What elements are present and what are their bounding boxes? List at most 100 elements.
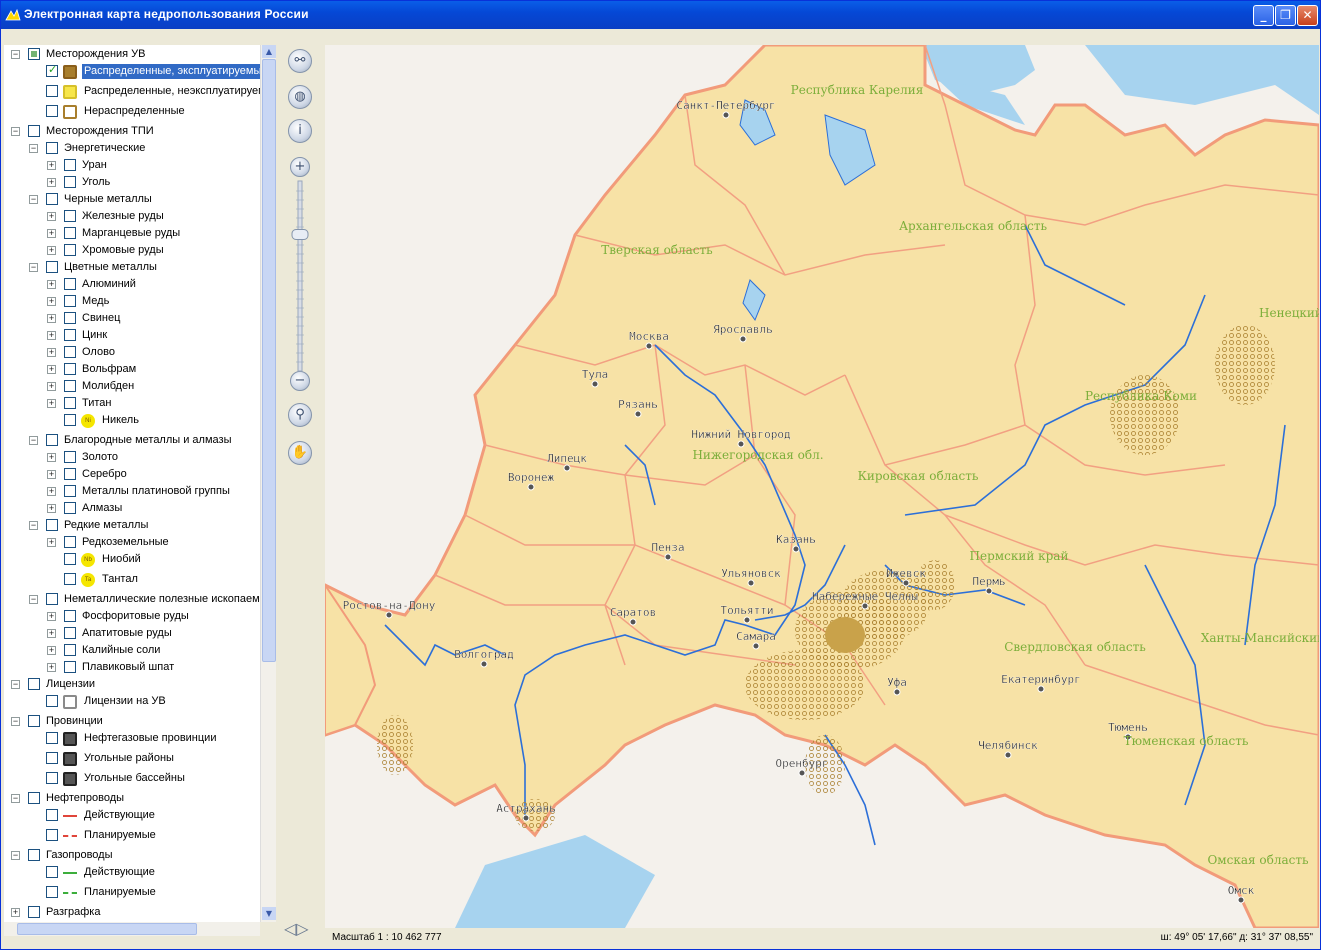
expander-icon[interactable]: + (47, 487, 56, 496)
tree-node[interactable]: + Алмазы (4, 500, 260, 517)
city-dot[interactable] (1004, 751, 1012, 759)
layer-checkbox[interactable] (64, 227, 76, 239)
tree-node[interactable]: + Редкоземельные (4, 534, 260, 551)
city-dot[interactable] (385, 611, 393, 619)
city-dot[interactable] (798, 769, 806, 777)
tree-node[interactable]: − Газопроводы (4, 847, 260, 864)
layer-checkbox[interactable] (46, 85, 58, 97)
layer-checkbox[interactable] (64, 363, 76, 375)
expander-icon[interactable]: + (47, 646, 56, 655)
scroll-down-icon[interactable]: ▼ (262, 907, 276, 920)
expander-icon[interactable]: − (11, 50, 20, 59)
tree-node[interactable]: + Апатитовые руды (4, 625, 260, 642)
expander-icon[interactable]: + (47, 212, 56, 221)
tree-hscroll-thumb[interactable] (17, 923, 197, 935)
layer-checkbox[interactable] (46, 866, 58, 878)
layer-checkbox[interactable] (46, 105, 58, 117)
tree-node[interactable]: − Цветные металлы (4, 259, 260, 276)
tree-node[interactable]: − Месторождения ТПИ (4, 123, 260, 140)
layer-checkbox[interactable] (46, 752, 58, 764)
tree-node[interactable]: + Марганцевые руды (4, 225, 260, 242)
expander-icon[interactable]: + (47, 348, 56, 357)
expander-icon[interactable]: + (47, 246, 56, 255)
tree-scroll-thumb[interactable] (262, 59, 276, 662)
layer-checkbox[interactable] (28, 792, 40, 804)
layer-checkbox[interactable] (64, 329, 76, 341)
expander-icon[interactable]: − (11, 717, 20, 726)
tree-node[interactable]: Нераспределенные (4, 103, 260, 120)
tree-node[interactable]: Лицензии на УВ (4, 693, 260, 710)
tree-node[interactable]: + Разграфка (4, 904, 260, 921)
pan-hand-icon[interactable]: ✋ (288, 441, 312, 465)
tree-node[interactable]: − Редкие металлы (4, 517, 260, 534)
layer-checkbox[interactable] (46, 695, 58, 707)
layer-checkbox[interactable] (64, 502, 76, 514)
layer-checkbox[interactable] (64, 536, 76, 548)
city-dot[interactable] (664, 553, 672, 561)
tree-node[interactable]: Nb Ниобий (4, 551, 260, 568)
layer-checkbox[interactable] (64, 573, 76, 585)
layer-checkbox[interactable] (46, 519, 58, 531)
expander-icon[interactable]: − (11, 851, 20, 860)
expander-icon[interactable]: − (29, 195, 38, 204)
layer-tree[interactable]: − Месторождения УВ Распределенные, эксплуа… (4, 45, 260, 922)
city-dot[interactable] (563, 464, 571, 472)
tree-node[interactable]: Планируемые (4, 827, 260, 844)
layer-checkbox[interactable] (28, 48, 40, 60)
tree-node[interactable]: Действующие (4, 807, 260, 824)
tree-node[interactable]: + Молибден (4, 378, 260, 395)
expander-icon[interactable]: + (47, 297, 56, 306)
expander-icon[interactable]: + (47, 538, 56, 547)
tree-node[interactable]: Распределенные, неэксплуатируемые (4, 83, 260, 100)
tree-node[interactable]: + Металлы платиновой группы (4, 483, 260, 500)
expander-icon[interactable]: + (47, 331, 56, 340)
layer-checkbox[interactable] (64, 451, 76, 463)
expander-icon[interactable]: − (29, 521, 38, 530)
layer-checkbox[interactable] (28, 678, 40, 690)
tree-node[interactable]: + Цинк (4, 327, 260, 344)
city-dot[interactable] (591, 380, 599, 388)
layer-checkbox[interactable] (46, 886, 58, 898)
city-dot[interactable] (1237, 896, 1245, 904)
layer-checkbox[interactable] (46, 63, 58, 77)
expander-icon[interactable]: + (47, 399, 56, 408)
tree-node[interactable]: + Фосфоритовые руды (4, 608, 260, 625)
close-button[interactable]: ✕ (1297, 5, 1318, 26)
tree-horizontal-scrollbar[interactable] (4, 922, 260, 936)
layer-checkbox[interactable] (46, 434, 58, 446)
layer-checkbox[interactable] (64, 176, 76, 188)
layer-checkbox[interactable] (28, 906, 40, 918)
expander-icon[interactable]: + (47, 470, 56, 479)
city-dot[interactable] (739, 335, 747, 343)
expander-icon[interactable]: + (47, 382, 56, 391)
expander-icon[interactable]: + (47, 161, 56, 170)
city-dot[interactable] (902, 579, 910, 587)
layer-checkbox[interactable] (64, 414, 76, 426)
city-dot[interactable] (522, 814, 530, 822)
layer-checkbox[interactable] (46, 193, 58, 205)
city-dot[interactable] (722, 111, 730, 119)
layer-checkbox[interactable] (28, 849, 40, 861)
expander-icon[interactable]: + (47, 504, 56, 513)
expander-icon[interactable]: + (47, 314, 56, 323)
layer-checkbox[interactable] (64, 485, 76, 497)
expander-icon[interactable]: + (47, 453, 56, 462)
city-dot[interactable] (743, 616, 751, 624)
expander-icon[interactable]: + (11, 908, 20, 917)
layer-checkbox[interactable] (64, 468, 76, 480)
layer-checkbox[interactable] (64, 210, 76, 222)
tree-node[interactable]: + Алюминий (4, 276, 260, 293)
zoom-slider-thumb[interactable] (291, 229, 309, 240)
expander-icon[interactable]: − (11, 794, 20, 803)
toolbar-collapse-arrows[interactable]: ◁▷ (284, 919, 316, 939)
city-dot[interactable] (527, 483, 535, 491)
tree-node[interactable]: − Энергетические (4, 140, 260, 157)
expander-icon[interactable]: + (47, 178, 56, 187)
tree-node[interactable]: + Хромовые руды (4, 242, 260, 259)
layer-checkbox[interactable] (46, 261, 58, 273)
tree-node[interactable]: Нефтегазовые провинции (4, 730, 260, 747)
expander-icon[interactable]: − (29, 595, 38, 604)
tree-node[interactable]: Угольные районы (4, 750, 260, 767)
tree-node[interactable]: − Неметаллические полезные ископаемые (4, 591, 260, 608)
layer-checkbox[interactable] (64, 644, 76, 656)
